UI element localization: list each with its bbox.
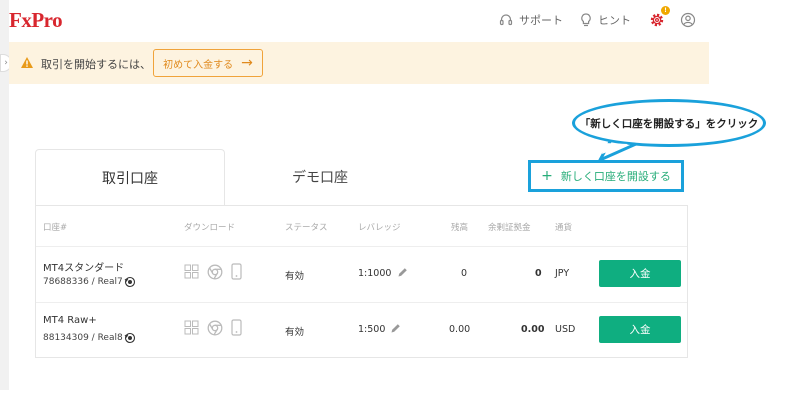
column-header-download: ダウンロード bbox=[184, 223, 236, 233]
open-new-account-button[interactable]: + 新しく口座を開設する bbox=[528, 160, 684, 192]
deposit-banner: 取引を開始するには、 初めて入金する → bbox=[9, 42, 709, 84]
lightbulb-icon bbox=[581, 13, 591, 27]
balance-value: 0.00 bbox=[449, 324, 471, 335]
account-name: MT4 Raw+ bbox=[43, 315, 97, 326]
pencil-icon[interactable] bbox=[390, 323, 401, 334]
chevron-right-icon: › bbox=[4, 58, 8, 68]
settings-button[interactable]: ! bbox=[648, 6, 670, 29]
open-new-account-label: 新しく口座を開設する bbox=[560, 170, 671, 183]
free-margin-value: 0 bbox=[535, 268, 542, 279]
arrow-right-icon: → bbox=[241, 55, 253, 71]
accounts-table: 口座# ダウンロード ステータス レバレッジ 残高 余剰証拠金 通貨 MT4スタ… bbox=[35, 205, 688, 358]
tab-live-label: 取引口座 bbox=[102, 170, 158, 187]
status-badge: 有効 bbox=[285, 327, 305, 338]
column-header-currency: 通貨 bbox=[555, 223, 573, 233]
support-label: サポート bbox=[519, 14, 563, 27]
instruction-callout: 「新しく口座を開設する」をクリック bbox=[572, 99, 766, 147]
user-icon bbox=[680, 12, 696, 28]
windows-icon[interactable] bbox=[184, 320, 199, 335]
top-header: FxPro サポート ヒント ! bbox=[9, 0, 709, 42]
status-badge: 有効 bbox=[285, 271, 305, 282]
support-link[interactable]: サポート bbox=[499, 12, 563, 28]
windows-icon[interactable] bbox=[184, 264, 199, 279]
tab-live-accounts[interactable]: 取引口座 bbox=[35, 149, 225, 205]
mobile-icon[interactable] bbox=[231, 319, 242, 336]
hint-label: ヒント bbox=[598, 14, 631, 27]
chrome-icon[interactable] bbox=[207, 264, 223, 280]
tab-demo-accounts[interactable]: デモ口座 bbox=[225, 149, 415, 205]
headset-icon bbox=[499, 14, 513, 26]
download-icons bbox=[184, 263, 242, 280]
first-deposit-label: 初めて入金する bbox=[163, 59, 234, 71]
column-header-free-margin: 余剰証拠金 bbox=[488, 223, 531, 233]
tab-demo-label: デモ口座 bbox=[292, 170, 348, 186]
callout-text: 「新しく口座を開設する」をクリック bbox=[579, 117, 759, 130]
refresh-icon[interactable] bbox=[124, 332, 136, 344]
column-header-account: 口座# bbox=[43, 223, 68, 233]
account-number: 78688336 / Real7 bbox=[43, 277, 123, 287]
free-margin-value: 0.00 bbox=[521, 324, 545, 335]
deposit-button[interactable]: 入金 bbox=[599, 260, 681, 287]
column-header-balance: 残高 bbox=[451, 223, 469, 233]
plus-icon: + bbox=[541, 168, 553, 184]
refresh-icon[interactable] bbox=[124, 276, 136, 288]
column-header-leverage: レバレッジ bbox=[358, 223, 401, 233]
row-divider bbox=[36, 246, 687, 247]
leverage-value: 1:500 bbox=[358, 324, 386, 335]
user-menu-button[interactable] bbox=[679, 11, 697, 29]
download-icons bbox=[184, 319, 242, 336]
account-name: MT4スタンダード bbox=[43, 263, 125, 274]
warning-icon bbox=[21, 57, 33, 68]
first-deposit-button[interactable]: 初めて入金する → bbox=[153, 49, 263, 77]
deposit-button[interactable]: 入金 bbox=[599, 316, 681, 343]
currency-value: USD bbox=[555, 324, 576, 335]
account-number: 88134309 / Real8 bbox=[43, 333, 123, 343]
column-header-status: ステータス bbox=[285, 223, 328, 233]
chrome-icon[interactable] bbox=[207, 320, 223, 336]
banner-text: 取引を開始するには、 bbox=[41, 58, 151, 71]
pencil-icon[interactable] bbox=[397, 267, 408, 278]
currency-value: JPY bbox=[555, 268, 570, 279]
logo[interactable]: FxPro bbox=[9, 8, 63, 33]
row-divider bbox=[36, 302, 687, 303]
notification-badge: ! bbox=[661, 6, 670, 15]
hint-link[interactable]: ヒント bbox=[580, 12, 631, 28]
leverage-value: 1:1000 bbox=[358, 268, 392, 279]
balance-value: 0 bbox=[461, 268, 468, 279]
mobile-icon[interactable] bbox=[231, 263, 242, 280]
